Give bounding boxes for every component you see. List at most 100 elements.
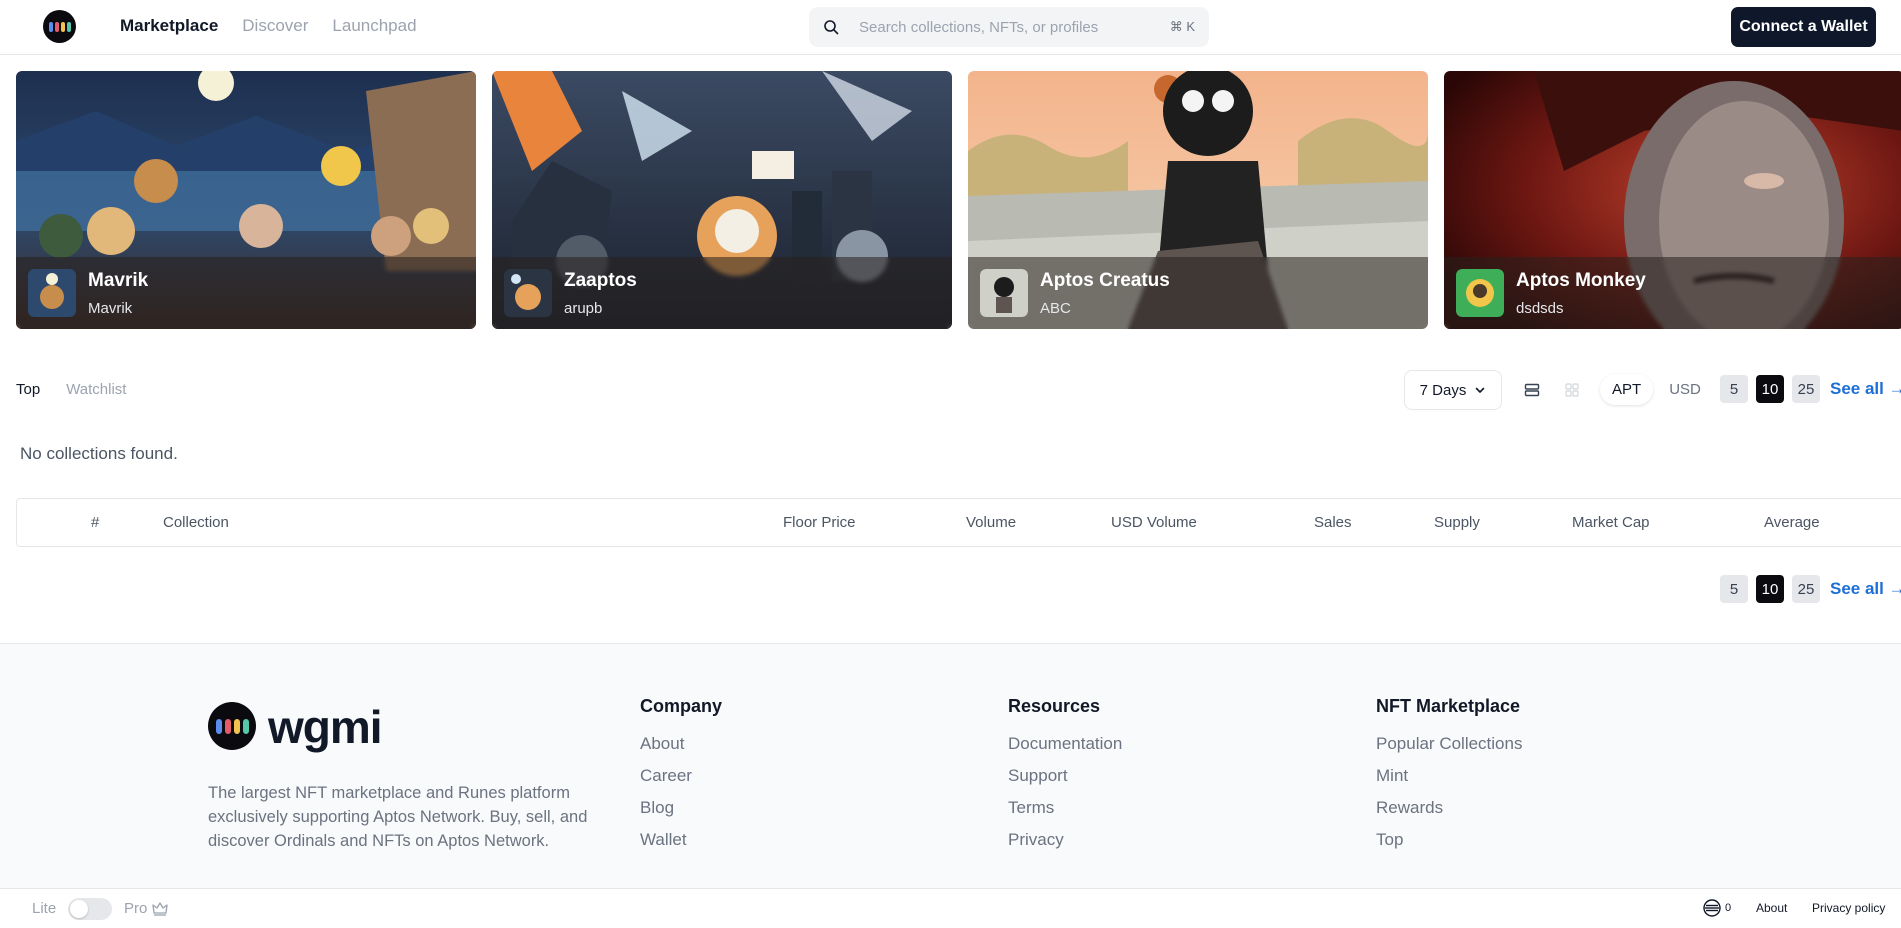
- nav-discover[interactable]: Discover: [242, 16, 308, 36]
- bottom-link-privacy-policy[interactable]: Privacy policy: [1812, 901, 1885, 915]
- page-size-25[interactable]: 25: [1792, 375, 1820, 403]
- page-size-10[interactable]: 10: [1756, 375, 1784, 403]
- footer-link-blog[interactable]: Blog: [640, 798, 722, 820]
- logo-icon[interactable]: [43, 10, 76, 43]
- logo-pill: [66, 21, 71, 32]
- footer-link-about[interactable]: About: [640, 734, 722, 756]
- footer-link-top[interactable]: Top: [1376, 830, 1522, 852]
- connect-wallet-button[interactable]: Connect a Wallet: [1731, 7, 1876, 47]
- main-nav: Marketplace Discover Launchpad: [120, 16, 417, 36]
- collections-table-header: # Collection Floor Price Volume USD Volu…: [16, 498, 1901, 547]
- column-header-sales[interactable]: Sales: [1314, 514, 1352, 531]
- footer-link-career[interactable]: Career: [640, 766, 722, 788]
- collection-name: Aptos Creatus: [1040, 270, 1170, 291]
- footer-link-rewards[interactable]: Rewards: [1376, 798, 1522, 820]
- empty-state-message: No collections found.: [20, 444, 178, 463]
- footer-link-support[interactable]: Support: [1008, 766, 1122, 788]
- footer-column-title: Resources: [1008, 696, 1101, 716]
- period-value: 7 Days: [1419, 381, 1467, 399]
- search-icon: [824, 20, 839, 35]
- see-all-link[interactable]: See all →: [1830, 379, 1901, 399]
- footer-column-nft-marketplace: NFT Marketplace Popular Collections Mint…: [1376, 696, 1522, 862]
- nav-launchpad[interactable]: Launchpad: [332, 16, 416, 36]
- toggle-knob: [70, 900, 88, 918]
- footer-column-company: Company About Career Blog Wallet: [640, 696, 722, 862]
- site-footer: wgmi The largest NFT marketplace and Run…: [0, 643, 1901, 888]
- footer-column-resources: Resources Documentation Support Terms Pr…: [1008, 696, 1122, 862]
- page-size-10[interactable]: 10: [1756, 575, 1784, 603]
- logo-pill: [233, 718, 240, 734]
- gas-value: 0: [1725, 902, 1732, 914]
- featured-collections: Mavrik Mavrik Zaaptos arupb Aptos Creatu…: [16, 71, 1901, 329]
- footer-link-mint[interactable]: Mint: [1376, 766, 1522, 788]
- footer-link-privacy[interactable]: Privacy: [1008, 830, 1122, 852]
- footer-column-title: NFT Marketplace: [1376, 696, 1521, 716]
- footer-logo-icon[interactable]: [208, 702, 256, 750]
- currency-toggle: APT USD: [1600, 372, 1713, 406]
- featured-card[interactable]: Aptos Monkey dsdsds: [1444, 71, 1901, 329]
- card-info-bar: [1444, 257, 1901, 329]
- search-bar[interactable]: ⌘ K: [809, 7, 1209, 47]
- collection-creator: dsdsds: [1516, 300, 1564, 317]
- aptos-logo-icon: [1703, 899, 1721, 917]
- column-header-floor-price[interactable]: Floor Price: [783, 514, 856, 531]
- column-header-rank[interactable]: #: [91, 514, 99, 531]
- logo-pill: [60, 21, 65, 32]
- collection-creator: Mavrik: [88, 300, 133, 317]
- page-size-selector: 5 10 25 See all →: [1720, 375, 1901, 403]
- search-shortcut: ⌘ K: [1169, 19, 1195, 34]
- pro-mode-toggle[interactable]: [68, 898, 112, 920]
- nav-marketplace[interactable]: Marketplace: [120, 16, 218, 36]
- tab-watchlist[interactable]: Watchlist: [66, 381, 126, 398]
- top-header: Marketplace Discover Launchpad ⌘ K Conne…: [0, 0, 1901, 55]
- tab-top[interactable]: Top: [16, 381, 40, 398]
- grid-view-icon[interactable]: [1562, 380, 1582, 400]
- footer-link-popular-collections[interactable]: Popular Collections: [1376, 734, 1522, 756]
- page-size-5[interactable]: 5: [1720, 375, 1748, 403]
- collection-name: Aptos Monkey: [1516, 270, 1646, 291]
- pro-label-text: Pro: [124, 900, 148, 917]
- logo-pill: [224, 718, 231, 734]
- footer-column-title: Company: [640, 696, 723, 716]
- chevron-down-icon: [1476, 387, 1485, 393]
- featured-card[interactable]: Aptos Creatus ABC: [968, 71, 1428, 329]
- logo-pill: [54, 21, 59, 32]
- page-size-25[interactable]: 25: [1792, 575, 1820, 603]
- collection-creator: arupb: [564, 300, 603, 317]
- card-info-bar: [968, 257, 1428, 329]
- column-header-usd-volume[interactable]: USD Volume: [1111, 514, 1197, 531]
- search-input[interactable]: [859, 18, 1149, 36]
- bottom-status-bar: Lite Pro 0 About Privacy policy: [0, 888, 1901, 928]
- logo-pill: [48, 21, 53, 32]
- see-all-link[interactable]: See all →: [1830, 579, 1901, 599]
- page-size-5[interactable]: 5: [1720, 575, 1748, 603]
- column-header-market-cap[interactable]: Market Cap: [1572, 514, 1650, 531]
- footer-link-terms[interactable]: Terms: [1008, 798, 1122, 820]
- logo-pill: [242, 718, 249, 734]
- footer-link-documentation[interactable]: Documentation: [1008, 734, 1122, 756]
- collection-avatar: [28, 269, 76, 317]
- collection-avatar: [980, 269, 1028, 317]
- column-header-collection[interactable]: Collection: [163, 514, 229, 531]
- collection-avatar: [504, 269, 552, 317]
- collection-tabs: Top Watchlist: [16, 381, 126, 398]
- card-info-bar: [492, 257, 952, 329]
- list-view-icon[interactable]: [1522, 380, 1542, 400]
- featured-card[interactable]: Zaaptos arupb: [492, 71, 952, 329]
- bottom-link-about[interactable]: About: [1756, 901, 1787, 915]
- currency-apt[interactable]: APT: [1600, 373, 1654, 405]
- collection-avatar: [1456, 269, 1504, 317]
- column-header-average[interactable]: Average: [1764, 514, 1820, 531]
- column-header-volume[interactable]: Volume: [966, 514, 1016, 531]
- collection-name: Mavrik: [88, 270, 149, 291]
- column-header-supply[interactable]: Supply: [1434, 514, 1480, 531]
- footer-link-wallet[interactable]: Wallet: [640, 830, 722, 852]
- pro-mode-label: Pro: [124, 900, 168, 917]
- period-select[interactable]: 7 Days: [1404, 370, 1502, 410]
- gas-indicator[interactable]: 0: [1703, 899, 1731, 917]
- collection-creator: ABC: [1040, 300, 1071, 317]
- logo-pill: [215, 718, 222, 734]
- currency-usd[interactable]: USD: [1657, 374, 1713, 405]
- featured-card[interactable]: Mavrik Mavrik: [16, 71, 476, 329]
- card-info-bar: [16, 257, 476, 329]
